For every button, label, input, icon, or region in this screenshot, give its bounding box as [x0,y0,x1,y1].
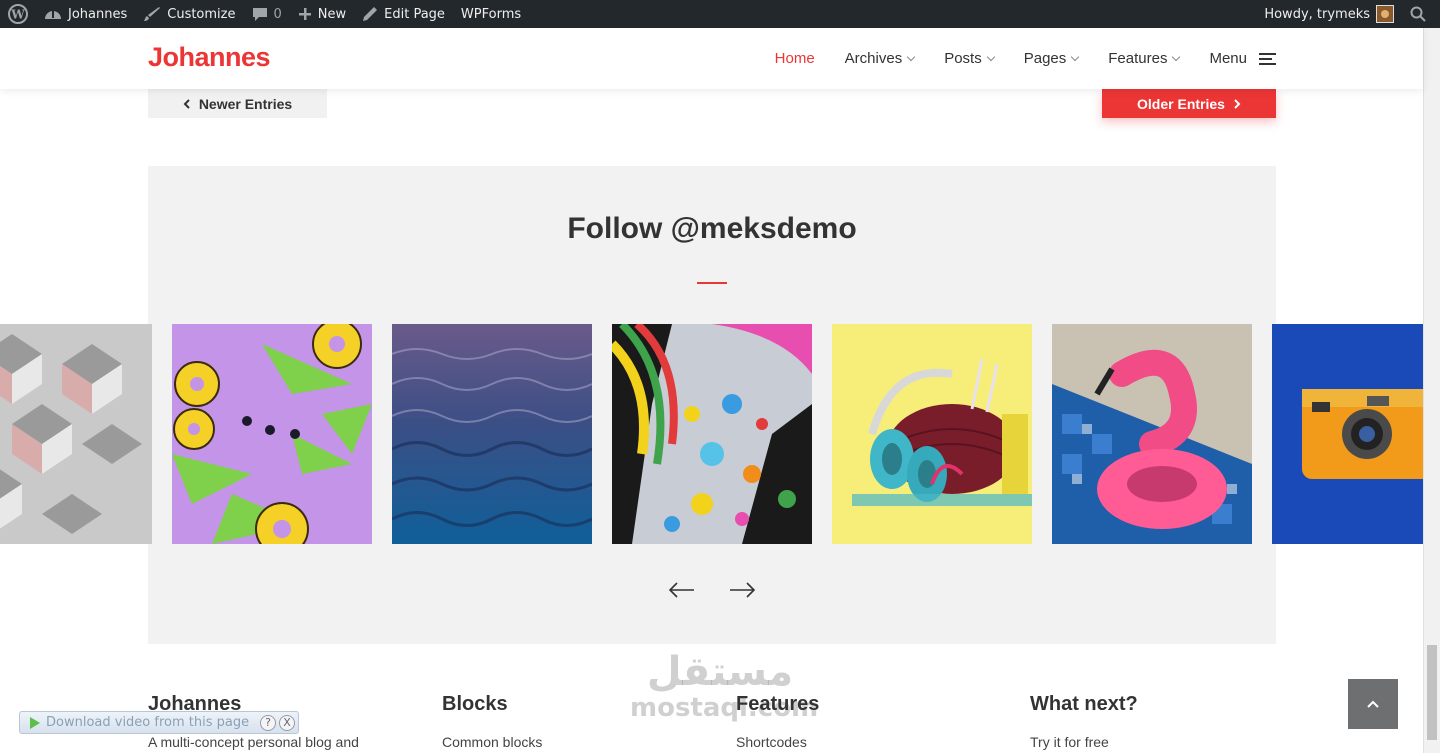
pineapple-image [172,324,372,544]
back-to-top-button[interactable] [1348,679,1398,729]
plus-icon [298,8,311,20]
arrow-right-icon[interactable] [728,582,756,598]
main-nav: Home Archives Posts Pages Features Menu [745,28,1276,89]
chevron-right-icon [1234,98,1241,109]
edit-page-link[interactable]: Edit Page [354,0,453,28]
yarn-headphones-image [832,324,1032,544]
flamingo-float-image [1052,324,1252,544]
site-header: Johannes Home Archives Posts Pages Featu… [0,28,1423,89]
chevron-down-icon [986,52,995,62]
chevron-down-icon [1172,52,1181,62]
carousel-arrows [148,582,1276,598]
chevron-up-icon [1367,700,1379,708]
nav-label: Pages [1023,50,1067,67]
title-divider [697,282,727,284]
footer-link[interactable]: Common blocks [442,734,702,750]
wordpress-icon: W [8,4,28,24]
account-menu[interactable]: Howdy, trymeks [1256,0,1402,28]
instagram-photo-graffiti[interactable] [612,324,812,544]
footer-heading: Blocks [442,693,508,715]
wpforms-link[interactable]: WPForms [453,0,529,28]
instagram-photo-yarn[interactable] [832,324,1032,544]
nav-item-menu[interactable]: Menu [1209,50,1276,67]
hamburger-icon [1259,52,1276,65]
camera-image [1272,324,1423,544]
nav-label: Posts [944,50,982,67]
footer-link[interactable]: Try it for free [1030,734,1290,750]
chevron-down-icon [906,52,916,62]
comment-icon [252,8,267,21]
nav-item-home[interactable]: Home [775,50,815,67]
footer-link[interactable]: Shortcodes [736,734,996,750]
nav-label: Home [774,50,815,67]
page-scrollbar[interactable] [1423,28,1440,753]
instagram-photo-ocean[interactable] [392,324,592,544]
nav-item-pages[interactable]: Pages [1023,50,1080,67]
instagram-photo-flamingo[interactable] [1052,324,1252,544]
help-button[interactable]: ? [260,714,276,731]
chevron-left-icon [183,98,190,109]
graffiti-image [612,324,812,544]
customize-link[interactable]: Customize [135,0,243,28]
edit-page-label: Edit Page [384,6,445,22]
download-video-bar: Download video from this page ? X [19,711,299,734]
nav-item-features[interactable]: Features [1108,50,1181,67]
watermark-arabic: مستقل [646,649,794,695]
footer-heading: Features [736,693,820,715]
footer-col-blocks: Blocks Common blocks [442,693,702,750]
dashboard-icon [45,11,61,19]
scrollbar-thumb[interactable] [1427,645,1437,740]
site-logo[interactable]: Johannes [148,42,271,73]
svg-text:W: W [10,8,25,22]
instagram-photo-pineapple[interactable] [172,324,372,544]
avatar [1376,5,1394,23]
instagram-photo-cubes[interactable] [0,324,152,544]
older-entries-label: Older Entries [1137,95,1225,112]
footer-heading: What next? [1030,693,1138,715]
wordpress-logo-button[interactable]: W [0,0,36,28]
newer-entries-label: Newer Entries [198,95,293,112]
footer-text: A multi-concept personal blog and [148,734,359,750]
admin-site-name: Johannes [68,6,128,22]
nav-label: Archives [844,50,903,67]
nav-item-posts[interactable]: Posts [944,50,995,67]
chevron-down-icon [1071,52,1080,62]
wpforms-label: WPForms [460,6,522,22]
play-icon [30,716,40,729]
cubes-image [0,324,152,544]
search-icon [1410,6,1426,22]
new-label: New [317,6,347,22]
newer-entries-button[interactable]: Newer Entries [148,89,327,118]
nav-label: Menu [1209,50,1247,67]
new-content-link[interactable]: New [290,0,354,28]
older-entries-button[interactable]: Older Entries [1102,89,1276,118]
nav-item-archives[interactable]: Archives [844,50,916,67]
comments-link[interactable]: 0 [244,0,290,28]
pencil-icon [363,7,378,21]
admin-search-button[interactable] [1402,0,1440,28]
arrow-left-icon[interactable] [668,582,696,598]
ocean-image [392,324,592,544]
nav-label: Features [1108,50,1168,67]
customize-label: Customize [167,6,236,22]
footer-col-next: What next? Try it for free [1030,693,1290,750]
admin-site-link[interactable]: Johannes [36,0,135,28]
download-video-link[interactable]: Download video from this page [46,715,260,730]
close-button[interactable]: X [279,714,295,731]
brush-icon [144,7,161,21]
comments-count: 0 [273,6,282,22]
instagram-title: Follow @meksdemo [567,212,857,245]
instagram-photo-camera[interactable] [1272,324,1423,544]
footer-col-features: Features Shortcodes [736,693,996,750]
admin-bar: W Johannes Customize 0 New Edit Page WPF… [0,0,1440,28]
howdy-label: Howdy, trymeks [1264,6,1370,22]
